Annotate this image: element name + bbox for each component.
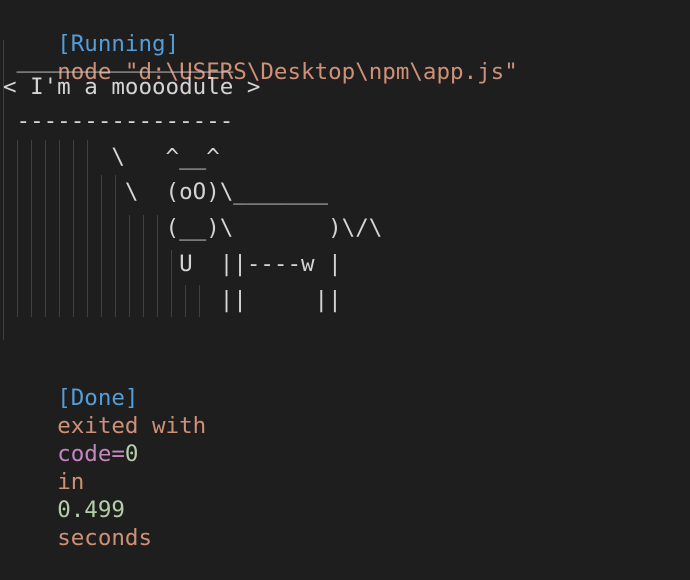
duration-value: 0.499 <box>57 497 125 523</box>
done-line: [Done] exited with code=0 in 0.499 secon… <box>3 356 206 551</box>
exit-code-value: 0 <box>124 441 139 467</box>
output-line: ---------------- <box>3 108 234 134</box>
output-line: U ||----w | <box>3 251 342 277</box>
output-line: ________________ <box>3 47 234 73</box>
run-command-line: [Running] node "d:\USERS\Desktop\npm\app… <box>3 2 518 85</box>
output-line: < I'm a moooodule > <box>3 74 261 100</box>
output-panel: [Running] node "d:\USERS\Desktop\npm\app… <box>0 0 690 551</box>
seconds-text: seconds <box>57 525 153 551</box>
output-line: || || <box>3 287 342 313</box>
output-line: \ ^__^ <box>3 144 220 170</box>
output-line: \ (oO)\_______ <box>3 179 329 205</box>
output-line: (__)\ )\/\ <box>3 215 383 241</box>
exit-code-label: code= <box>57 441 125 467</box>
exit-text: exited with <box>57 413 207 439</box>
in-text: in <box>57 469 85 495</box>
done-status: [Done] <box>57 385 139 411</box>
